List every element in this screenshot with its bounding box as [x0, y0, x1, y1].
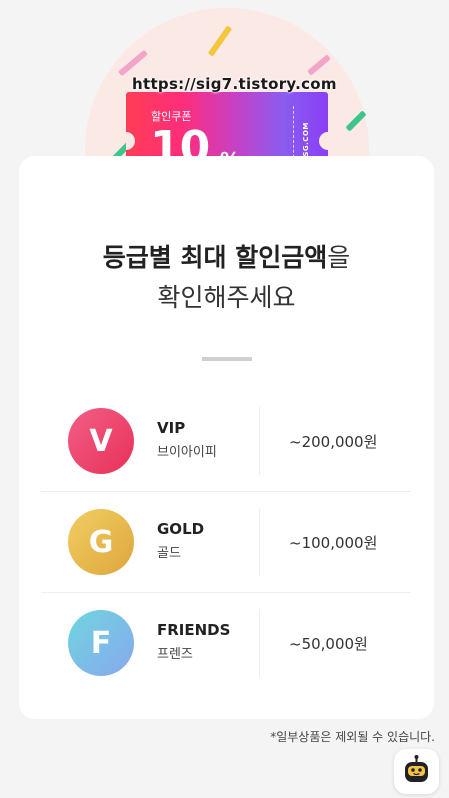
chatbot-button[interactable]	[394, 749, 439, 794]
tier-card: 등급별 최대 할인금액을 확인해주세요 V VIP 브이아이피 ~200,000…	[19, 156, 434, 719]
tier-max-discount: ~200,000원	[289, 433, 378, 451]
tier-row-vip: V VIP 브이아이피 ~200,000원	[41, 391, 411, 492]
coupon-notch-left	[126, 132, 135, 150]
tier-divider	[259, 508, 260, 576]
tier-name: FRIENDS	[157, 621, 231, 639]
tier-name: VIP	[157, 419, 186, 437]
robot-chat-icon	[405, 755, 428, 782]
tier-korean-name: 골드	[157, 546, 181, 561]
watermark-url: https://sig7.tistory.com	[132, 75, 337, 93]
tier-name: GOLD	[157, 520, 205, 538]
vip-badge-icon: V	[68, 408, 134, 474]
tier-row-friends: F FRIENDS 프렌즈 ~50,000원	[41, 593, 411, 693]
coupon-notch-right	[319, 132, 328, 150]
tier-divider	[259, 407, 260, 475]
tier-korean-name: 브이아이피	[157, 445, 217, 460]
exclusion-footnote: *일부상품은 제외될 수 있습니다.	[270, 730, 435, 744]
tier-row-gold: G GOLD 골드 ~100,000원	[41, 492, 411, 593]
tier-max-discount: ~50,000원	[289, 635, 368, 653]
friends-badge-icon: F	[68, 610, 134, 676]
tier-max-discount: ~100,000원	[289, 534, 378, 552]
title-separator	[202, 357, 252, 361]
title-suffix: 을	[327, 243, 351, 272]
gold-badge-icon: G	[68, 509, 134, 575]
tier-korean-name: 프렌즈	[157, 647, 193, 662]
title-line2: 확인해주세요	[157, 283, 296, 312]
tier-divider	[259, 609, 260, 677]
page-title: 등급별 최대 할인금액을 확인해주세요	[19, 238, 434, 318]
title-bold: 등급별 최대 할인금액	[102, 243, 328, 272]
